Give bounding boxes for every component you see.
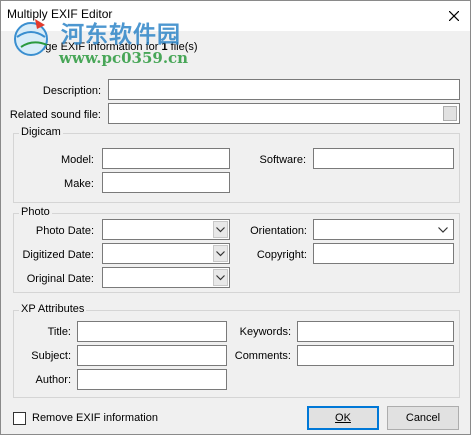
software-input[interactable]: [313, 148, 454, 169]
ok-button[interactable]: OK: [307, 406, 379, 430]
xp-attributes-group-title: XP Attributes: [19, 303, 87, 315]
sound-file-label: Related sound file:: [9, 109, 101, 121]
description-input[interactable]: [108, 79, 460, 100]
digitized-date-label: Digitized Date:: [22, 249, 94, 261]
window-title: Multiply EXIF Editor: [7, 7, 113, 21]
description-label: Description:: [42, 85, 101, 97]
photo-date-label: Photo Date:: [35, 225, 94, 237]
digicam-group-title: Digicam: [19, 126, 63, 138]
author-label: Author:: [35, 374, 71, 386]
chevron-down-icon: [216, 250, 225, 256]
photo-date-picker[interactable]: [102, 219, 230, 240]
subject-label: Subject:: [31, 350, 71, 362]
remove-exif-checkbox[interactable]: [13, 412, 26, 425]
keywords-input[interactable]: [297, 321, 454, 342]
header-text-before: Change EXIF information for: [19, 41, 162, 53]
cancel-button-label: Cancel: [405, 412, 441, 424]
chevron-down-icon: [438, 227, 448, 233]
photo-date-dropdown[interactable]: [213, 221, 228, 238]
copyright-label: Copyright:: [256, 249, 307, 261]
keywords-label: Keywords:: [239, 326, 291, 338]
cancel-button[interactable]: Cancel: [387, 406, 459, 430]
software-label: Software:: [259, 154, 306, 166]
photo-group-title: Photo: [19, 206, 52, 218]
chevron-down-icon: [216, 274, 225, 280]
header-text-after: file(s): [167, 41, 198, 53]
model-input[interactable]: [102, 148, 230, 169]
sound-file-input[interactable]: [108, 103, 460, 124]
original-date-dropdown[interactable]: [213, 269, 228, 286]
copyright-input[interactable]: [313, 243, 454, 264]
exif-editor-window: Multiply EXIF Editor Change EXIF informa…: [0, 0, 471, 435]
digitized-date-picker[interactable]: [102, 243, 230, 264]
orientation-label: Orientation:: [250, 225, 307, 237]
comments-input[interactable]: [297, 345, 454, 366]
make-label: Make:: [64, 178, 94, 190]
remove-exif-label[interactable]: Remove EXIF information: [32, 412, 158, 424]
digitized-date-dropdown[interactable]: [213, 245, 228, 262]
title-input[interactable]: [77, 321, 227, 342]
header-info: Change EXIF information for 1 file(s): [19, 41, 198, 53]
title-label: Title:: [47, 326, 71, 338]
ok-button-label: OK: [335, 412, 351, 424]
comments-label: Comments:: [234, 350, 291, 362]
make-input[interactable]: [102, 172, 230, 193]
title-bar: Multiply EXIF Editor: [1, 1, 470, 31]
orientation-select[interactable]: [313, 219, 454, 240]
browse-sound-button[interactable]: [443, 106, 457, 121]
author-input[interactable]: [77, 369, 227, 390]
subject-input[interactable]: [77, 345, 227, 366]
close-button[interactable]: [442, 5, 466, 27]
chevron-down-icon: [216, 226, 225, 232]
original-date-label: Original Date:: [26, 273, 94, 285]
model-label: Model:: [60, 154, 94, 166]
close-icon: [449, 11, 459, 21]
original-date-picker[interactable]: [102, 267, 230, 288]
orientation-dropdown[interactable]: [437, 223, 449, 237]
